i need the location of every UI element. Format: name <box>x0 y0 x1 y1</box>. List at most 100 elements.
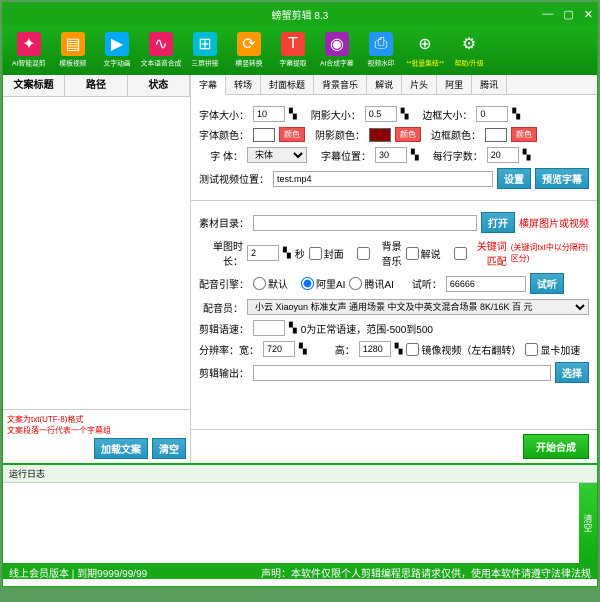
engine-ali[interactable] <box>301 277 314 290</box>
shadowcolor-swatch <box>369 128 391 142</box>
voice-label: 配音员： <box>199 300 243 315</box>
clear-script-button[interactable]: 清空 <box>152 438 186 459</box>
toolbar-10[interactable]: ⚙帮助/升级 <box>447 27 491 73</box>
shadowcolor-label: 阴影颜色： <box>315 127 365 142</box>
set-button[interactable]: 设置 <box>497 168 531 189</box>
keyword-check[interactable] <box>454 247 467 260</box>
narration-check[interactable] <box>406 247 419 260</box>
engine-tencent[interactable] <box>349 277 362 290</box>
out-input[interactable] <box>253 365 551 381</box>
close-button[interactable]: ✕ <box>584 8 593 21</box>
engine-default[interactable] <box>253 277 266 290</box>
subpos-label: 字幕位置： <box>321 148 371 163</box>
tab-0[interactable]: 字幕 <box>191 75 226 95</box>
minimize-button[interactable]: — <box>542 8 553 21</box>
tab-1[interactable]: 转场 <box>226 75 261 94</box>
fontsize-input[interactable] <box>253 106 285 122</box>
log-clear-button[interactable]: 清空 <box>579 483 597 563</box>
testpath-input[interactable] <box>273 171 493 187</box>
voice-select[interactable]: 小云 Xiaoyun 标准女声 通用场景 中文及中英文混合场景 8K/16K 百… <box>247 299 589 315</box>
settings-tabs: 字幕转场封面标题背景音乐解说片头阿里腾讯 <box>191 75 597 95</box>
bordercolor-label: 边框颜色： <box>431 127 481 142</box>
shadowsize-label: 阴影大小： <box>311 107 361 122</box>
col-title: 文案标题 <box>3 75 65 96</box>
note-segment: 文案段落一行代表一个字幕组 <box>7 425 186 436</box>
app-title: 螃蟹剪辑 8.3 <box>272 7 329 22</box>
dur-input[interactable] <box>247 245 279 261</box>
tab-4[interactable]: 解说 <box>367 75 402 94</box>
tab-3[interactable]: 背景音乐 <box>314 75 367 94</box>
mat-hint: 横屏图片或视频 <box>519 215 589 230</box>
maximize-button[interactable]: ▢ <box>563 8 573 21</box>
col-status: 状态 <box>128 75 190 96</box>
tab-7[interactable]: 腾讯 <box>472 75 507 94</box>
toolbar-5[interactable]: ⟳横竖转换 <box>227 27 271 73</box>
col-path: 路径 <box>65 75 127 96</box>
try-input[interactable] <box>446 276 526 292</box>
open-dir-button[interactable]: 打开 <box>481 212 515 233</box>
toolbar-9[interactable]: ⊕**批量集结** <box>403 27 447 73</box>
subtitle-panel: 字体大小：▚ 阴影大小：▚ 边框大小：▚ 字体颜色： 颜色 阴影颜色： 颜色 边… <box>191 95 597 201</box>
footer-left: 线上会员版本 | 到期9999/99/99 <box>9 565 147 577</box>
fontsize-label: 字体大小： <box>199 107 249 122</box>
compose-button[interactable]: 开始合成 <box>523 434 589 459</box>
toolbar-0[interactable]: ✦AI智能混剪 <box>7 27 51 73</box>
margin-input[interactable] <box>476 106 508 122</box>
dur-label: 单图时长： <box>199 238 243 268</box>
left-panel: 文案标题 路径 状态 文案为txt(UTF-8)格式 文案段落一行代表一个字幕组… <box>3 75 191 463</box>
res-label: 分辨率：宽： <box>199 342 259 357</box>
note-format: 文案为txt(UTF-8)格式 <box>7 414 186 425</box>
toolbar-6[interactable]: T字幕提取 <box>271 27 315 73</box>
matdir-input[interactable] <box>253 215 477 231</box>
speed-label: 剪辑语速： <box>199 321 249 336</box>
width-input[interactable] <box>263 341 295 357</box>
toolbar-2[interactable]: ▶文字动画 <box>95 27 139 73</box>
preview-subtitle-button[interactable]: 预览字幕 <box>535 168 589 189</box>
main-toolbar: ✦AI智能混剪▤模板视频▶文字动画∿文本语音合成⊞三屏拼接⟳横竖转换T字幕提取◉… <box>3 25 597 75</box>
tab-6[interactable]: 阿里 <box>437 75 472 94</box>
toolbar-7[interactable]: ◉AI合成字幕 <box>315 27 359 73</box>
bordercolor-swatch <box>485 128 507 142</box>
cover-check[interactable] <box>309 247 322 260</box>
toolbar-4[interactable]: ⊞三屏拼接 <box>183 27 227 73</box>
bordercolor-button[interactable]: 颜色 <box>511 127 537 142</box>
out-label: 剪辑输出： <box>199 365 249 380</box>
script-list[interactable] <box>3 97 190 409</box>
perline-label: 每行字数： <box>433 148 483 163</box>
font-select[interactable]: 宋体 <box>247 147 307 163</box>
fontcolor-label: 字体颜色： <box>199 127 249 142</box>
matdir-label: 素材目录： <box>199 215 249 230</box>
fontcolor-swatch <box>253 128 275 142</box>
mirror-check[interactable] <box>406 343 419 356</box>
shadowcolor-button[interactable]: 颜色 <box>395 127 421 142</box>
try-label: 试听： <box>398 276 442 291</box>
testpath-label: 测试视频位置： <box>199 171 269 186</box>
titlebar: 螃蟹剪辑 8.3 — ▢ ✕ <box>3 3 597 25</box>
log-title: 运行日志 <box>3 465 597 483</box>
font-label: 字 体： <box>199 148 243 163</box>
height-input[interactable] <box>359 341 391 357</box>
tab-5[interactable]: 片头 <box>402 75 437 94</box>
material-panel: 素材目录： 打开 横屏图片或视频 单图时长：▚秒 封面 背景音乐 解说 关键词匹… <box>191 201 597 430</box>
perline-input[interactable] <box>487 147 519 163</box>
speed-hint: 0为正常语速，范围-500到500 <box>301 321 433 336</box>
speed-input[interactable] <box>253 320 285 336</box>
gpu-check[interactable] <box>525 343 538 356</box>
engine-label: 配音引擎： <box>199 276 249 291</box>
try-button[interactable]: 试听 <box>530 273 564 294</box>
shadowsize-input[interactable] <box>365 106 397 122</box>
tab-2[interactable]: 封面标题 <box>261 75 314 94</box>
footer-right: 声明：本软件仅限个人剪辑编程思路请求仅供，使用本软件请遵守法律法规 <box>261 565 591 577</box>
out-button[interactable]: 选择 <box>555 362 589 383</box>
kw-hint: (关键词txt中以分隔符|区分) <box>511 242 589 264</box>
toolbar-1[interactable]: ▤模板视频 <box>51 27 95 73</box>
margin-label: 边框大小： <box>422 107 472 122</box>
h-label: 高： <box>311 342 355 357</box>
subpos-input[interactable] <box>375 147 407 163</box>
bgm-check[interactable] <box>357 247 370 260</box>
fontcolor-button[interactable]: 颜色 <box>279 127 305 142</box>
log-text[interactable] <box>3 483 579 563</box>
load-script-button[interactable]: 加载文案 <box>94 438 148 459</box>
toolbar-3[interactable]: ∿文本语音合成 <box>139 27 183 73</box>
toolbar-8[interactable]: ⎙视频水印 <box>359 27 403 73</box>
